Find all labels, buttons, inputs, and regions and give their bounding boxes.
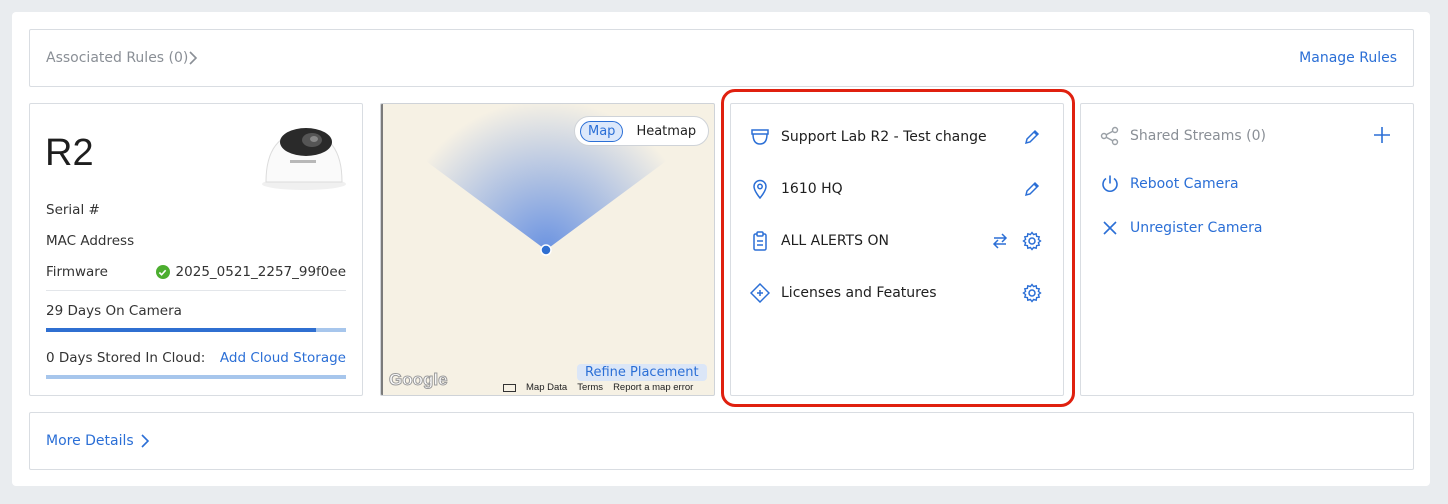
keyboard-icon[interactable]: [503, 383, 516, 392]
edit-icon[interactable]: [1021, 126, 1043, 148]
camera-dome-icon: [749, 126, 771, 148]
gear-icon[interactable]: [1021, 282, 1043, 304]
shared-streams-label: Shared Streams (0): [1130, 128, 1266, 144]
swap-icon[interactable]: [989, 230, 1011, 252]
location-pin-icon: [749, 178, 771, 200]
firmware-value: 2025_0521_2257_99f0ee: [155, 264, 346, 280]
map-data-link[interactable]: Map Data: [526, 382, 567, 393]
dome-camera-image: [260, 120, 348, 190]
map-footer: Map Data Terms Report a map error: [503, 382, 693, 393]
camera-position-marker: [540, 244, 552, 256]
associated-rules-bar: Associated Rules (0) Manage Rules: [29, 29, 1414, 87]
days-on-camera-bar-fill: [46, 328, 316, 332]
diamond-plus-icon: [749, 282, 771, 304]
share-icon: [1099, 125, 1121, 147]
camera-name-text: Support Lab R2 - Test change: [781, 129, 987, 145]
cloud-storage-bar: [46, 375, 346, 379]
clipboard-icon: [749, 230, 771, 252]
heatmap-toggle-option[interactable]: Heatmap: [629, 122, 703, 141]
check-circle-icon: [155, 265, 170, 279]
camera-name-row: Support Lab R2 - Test change: [749, 125, 1043, 149]
serial-label: Serial #: [46, 202, 100, 218]
field-of-view-cone: [411, 104, 681, 256]
add-cloud-storage-link[interactable]: Add Cloud Storage: [220, 350, 346, 366]
camera-name: R2: [45, 132, 94, 174]
unregister-camera-label[interactable]: Unregister Camera: [1130, 220, 1263, 236]
more-details-bar: More Details: [29, 412, 1414, 470]
reboot-camera-label[interactable]: Reboot Camera: [1130, 176, 1239, 192]
location-row: 1610 HQ: [749, 177, 1043, 201]
chevron-right-icon[interactable]: [188, 50, 198, 70]
camera-info-card: R2 Serial # MAC Address Firmware 2025_05…: [29, 103, 363, 396]
shared-streams-row: Shared Streams (0): [1099, 125, 1266, 147]
licenses-row: Licenses and Features: [749, 281, 1043, 305]
location-text: 1610 HQ: [781, 181, 843, 197]
more-details-link[interactable]: More Details: [46, 433, 150, 449]
days-on-camera-bar: [46, 328, 346, 332]
licenses-text: Licenses and Features: [781, 285, 937, 301]
edit-icon[interactable]: [1021, 178, 1043, 200]
mac-address-label: MAC Address: [46, 233, 135, 249]
add-shared-stream-icon[interactable]: [1371, 124, 1393, 146]
close-icon: [1099, 217, 1121, 239]
alerts-row: ALL ALERTS ON: [749, 229, 1043, 253]
gear-icon[interactable]: [1021, 230, 1043, 252]
days-on-camera: 29 Days On Camera: [46, 303, 182, 319]
more-details-label[interactable]: More Details: [46, 433, 134, 449]
camera-settings-card: Support Lab R2 - Test change 1610 HQ ALL…: [730, 103, 1064, 396]
divider: [46, 290, 346, 291]
reboot-camera-button[interactable]: Reboot Camera: [1099, 173, 1239, 195]
associated-rules-label[interactable]: Associated Rules (0): [46, 50, 188, 66]
manage-rules-link[interactable]: Manage Rules: [1299, 50, 1397, 66]
camera-map[interactable]: Map Heatmap Google Map Data Terms Report…: [380, 103, 715, 396]
firmware-version: 2025_0521_2257_99f0ee: [175, 264, 346, 280]
google-logo: Google: [389, 370, 449, 390]
refine-placement-button[interactable]: Refine Placement: [577, 364, 707, 381]
camera-actions-card: Shared Streams (0) Reboot Camera Unregis…: [1080, 103, 1414, 396]
terms-link[interactable]: Terms: [577, 382, 603, 393]
map-view-toggle: Map Heatmap: [574, 116, 710, 146]
power-icon: [1099, 173, 1121, 195]
days-in-cloud: 0 Days Stored In Cloud:: [46, 350, 206, 366]
chevron-right-icon: [141, 434, 149, 448]
firmware-label: Firmware: [46, 264, 108, 280]
map-toggle-option[interactable]: Map: [580, 120, 624, 142]
alerts-text: ALL ALERTS ON: [781, 233, 889, 249]
unregister-camera-button[interactable]: Unregister Camera: [1099, 217, 1263, 239]
report-map-error-link[interactable]: Report a map error: [613, 382, 693, 393]
